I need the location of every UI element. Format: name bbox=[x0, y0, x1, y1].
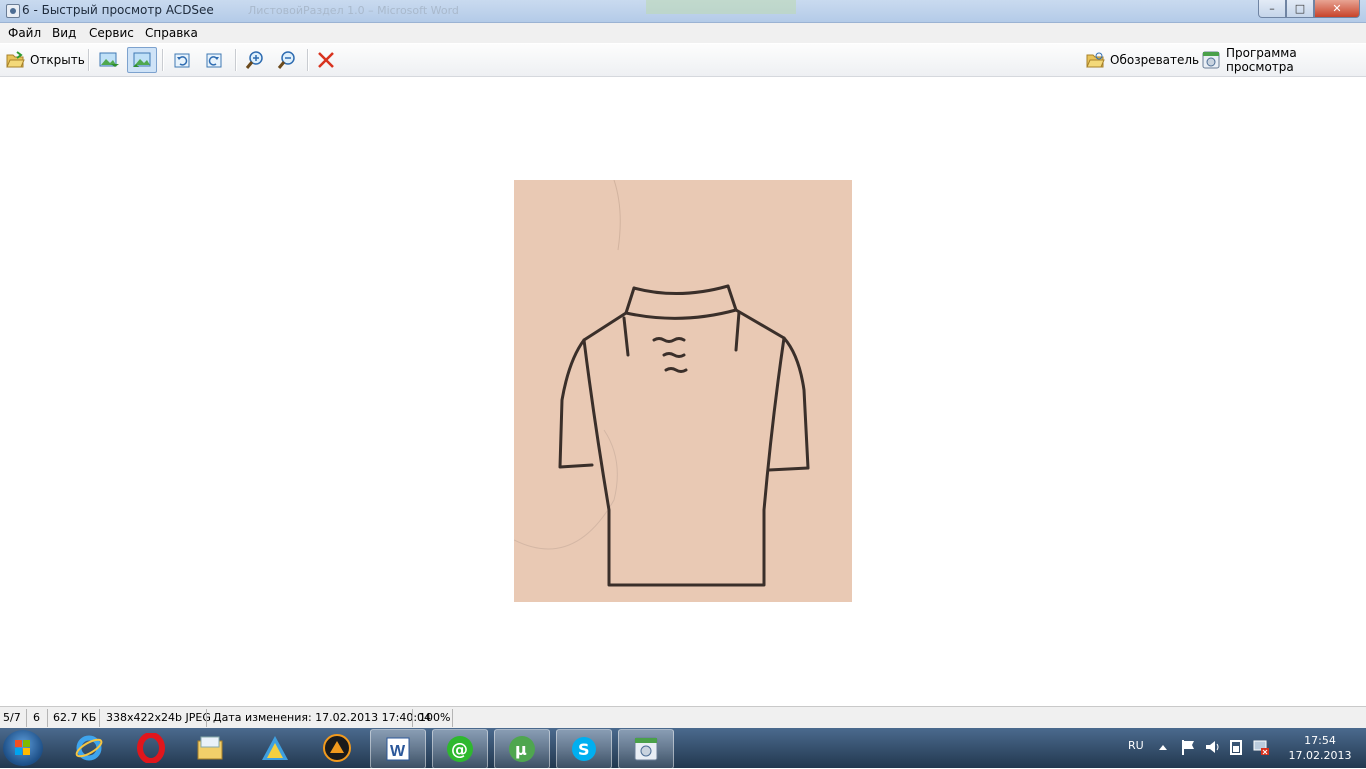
previous-image-button[interactable] bbox=[99, 48, 119, 72]
browser-button[interactable]: Обозреватель bbox=[1085, 48, 1199, 72]
acdsee-icon bbox=[634, 737, 658, 761]
taskbar-acdsee[interactable] bbox=[618, 729, 674, 769]
status-format: 338x422x24b JPEG bbox=[106, 711, 211, 724]
status-file-name: 6 bbox=[33, 711, 40, 724]
rotate-right-icon bbox=[204, 50, 224, 70]
toolbar-separator bbox=[235, 49, 237, 71]
network-disconnected-icon[interactable] bbox=[1252, 738, 1270, 756]
windows-taskbar: W @ µ S RU 17:54 17.02.2013 bbox=[0, 728, 1366, 769]
viewer-label: Программа просмотра bbox=[1226, 46, 1297, 74]
zoom-out-icon bbox=[277, 50, 297, 70]
opera-icon bbox=[137, 733, 165, 763]
status-position: 5/7 bbox=[3, 711, 21, 724]
status-modified: Дата изменения: 17.02.2013 17:40:04 bbox=[213, 711, 432, 724]
word-icon: W bbox=[386, 737, 410, 761]
zoom-in-button[interactable] bbox=[245, 48, 265, 72]
zoom-out-button[interactable] bbox=[277, 48, 297, 72]
background-window-title: ЛистовойРаздел 1.0 – Microsoft Word bbox=[248, 4, 459, 17]
sweater-sketch-image bbox=[514, 180, 852, 602]
language-indicator[interactable]: RU bbox=[1128, 739, 1144, 752]
rotate-left-button[interactable] bbox=[172, 48, 192, 72]
taskbar-skype[interactable]: S bbox=[556, 729, 612, 769]
menu-help[interactable]: Справка bbox=[145, 26, 198, 40]
taskbar-explorer[interactable] bbox=[183, 729, 237, 767]
close-icon: ✕ bbox=[1332, 2, 1342, 15]
delete-x-icon bbox=[316, 50, 336, 70]
svg-text:@: @ bbox=[451, 740, 468, 760]
browser-folder-icon bbox=[1085, 50, 1105, 70]
taskbar-aimp[interactable] bbox=[310, 729, 364, 767]
browser-label: Обозреватель bbox=[1110, 53, 1200, 67]
folder-open-icon bbox=[5, 50, 25, 70]
status-divider bbox=[206, 709, 207, 727]
taskbar-word[interactable]: W bbox=[370, 729, 426, 769]
open-label: Открыть bbox=[30, 53, 85, 67]
toolbar-separator bbox=[88, 49, 90, 71]
acdsee-app-icon[interactable] bbox=[6, 4, 20, 18]
toolbar-separator bbox=[307, 49, 309, 71]
delete-button[interactable] bbox=[316, 48, 336, 72]
utorrent-icon: µ bbox=[509, 736, 535, 762]
menu-file[interactable]: Файл bbox=[8, 26, 41, 40]
title-bar: 6 - Быстрый просмотр ACDSee ЛистовойРазд… bbox=[0, 0, 1366, 23]
svg-text:W: W bbox=[390, 743, 406, 760]
svg-text:S: S bbox=[578, 740, 590, 759]
menu-service[interactable]: Сервис bbox=[89, 26, 134, 40]
internet-explorer-icon bbox=[75, 735, 103, 761]
status-divider bbox=[412, 709, 413, 727]
minimize-button[interactable]: – bbox=[1258, 0, 1286, 18]
show-hidden-icons-icon[interactable] bbox=[1158, 742, 1168, 752]
viewer-app-icon bbox=[1201, 50, 1221, 70]
minimize-icon: – bbox=[1269, 2, 1275, 15]
file-explorer-icon bbox=[197, 736, 223, 760]
menu-view[interactable]: Вид bbox=[52, 26, 76, 40]
next-image-button[interactable] bbox=[127, 47, 157, 73]
background-window-highlight bbox=[646, 0, 796, 14]
start-button[interactable] bbox=[3, 730, 43, 766]
rotate-right-button[interactable] bbox=[204, 48, 224, 72]
toolbar: Открыть Обозреватель Программа просмотра bbox=[0, 44, 1366, 77]
triangle-app-icon bbox=[262, 736, 288, 760]
viewer-button[interactable]: Программа просмотра bbox=[1201, 46, 1366, 74]
open-button[interactable]: Открыть bbox=[5, 48, 85, 72]
windows-logo-icon bbox=[15, 740, 30, 755]
zoom-in-icon bbox=[245, 50, 265, 70]
status-zoom: 100% bbox=[419, 711, 451, 724]
status-file-size: 62.7 КБ bbox=[53, 711, 97, 724]
close-button[interactable]: ✕ bbox=[1314, 0, 1360, 18]
menu-bar: Файл Вид Сервис Справка bbox=[0, 23, 1366, 43]
taskbar-app-triangle[interactable] bbox=[248, 729, 302, 767]
maximize-button[interactable]: □ bbox=[1286, 0, 1314, 18]
svg-text:µ: µ bbox=[515, 740, 527, 759]
status-divider bbox=[26, 709, 27, 727]
system-clock[interactable]: 17:54 17.02.2013 bbox=[1282, 733, 1358, 763]
status-bar: 5/7 6 62.7 КБ 338x422x24b JPEG Дата изме… bbox=[0, 706, 1366, 729]
rotate-left-icon bbox=[172, 50, 192, 70]
toolbar-separator bbox=[162, 49, 164, 71]
clock-date: 17.02.2013 bbox=[1288, 749, 1352, 762]
next-image-icon bbox=[132, 50, 152, 70]
image-viewer-area[interactable] bbox=[0, 77, 1366, 705]
mail-agent-icon: @ bbox=[447, 736, 473, 762]
window-controls: – □ ✕ bbox=[1258, 0, 1360, 18]
previous-image-icon bbox=[99, 50, 119, 70]
power-battery-icon[interactable] bbox=[1228, 738, 1244, 756]
taskbar-opera[interactable] bbox=[124, 729, 178, 767]
action-center-flag-icon[interactable] bbox=[1180, 738, 1196, 756]
skype-icon: S bbox=[572, 737, 596, 761]
volume-icon[interactable] bbox=[1204, 738, 1220, 756]
status-divider bbox=[99, 709, 100, 727]
taskbar-mail-agent[interactable]: @ bbox=[432, 729, 488, 769]
status-divider bbox=[47, 709, 48, 727]
status-divider bbox=[452, 709, 453, 727]
taskbar-utorrent[interactable]: µ bbox=[494, 729, 550, 769]
clock-time: 17:54 bbox=[1304, 734, 1336, 747]
aimp-icon bbox=[323, 734, 351, 762]
maximize-icon: □ bbox=[1294, 2, 1306, 15]
window-title: 6 - Быстрый просмотр ACDSee bbox=[22, 3, 214, 17]
taskbar-internet-explorer[interactable] bbox=[62, 729, 116, 767]
